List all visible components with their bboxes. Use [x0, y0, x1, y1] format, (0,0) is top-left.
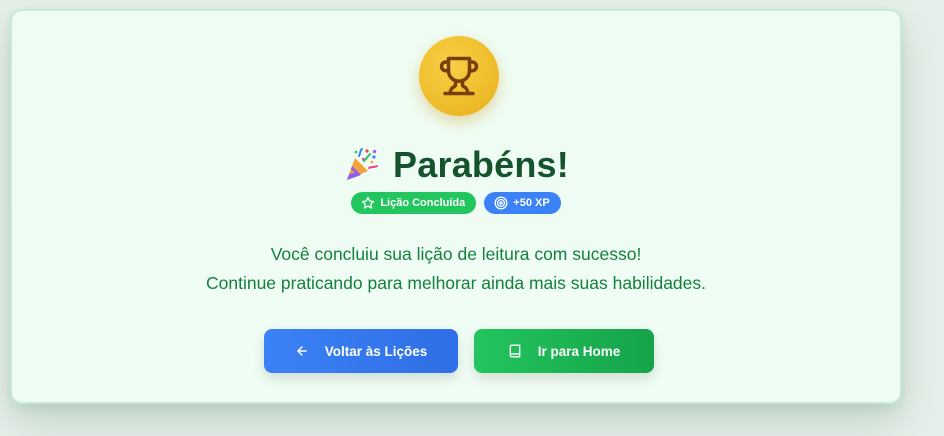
- message-line-2: Continue praticando para melhorar ainda …: [205, 273, 707, 293]
- lesson-completed-label: Lição Concluída: [380, 197, 466, 209]
- title-row: Parabéns!: [12, 143, 900, 187]
- party-popper-icon: [347, 148, 379, 180]
- star-icon: [362, 196, 375, 209]
- back-to-lessons-label: Voltar às Lições: [324, 343, 428, 359]
- back-to-lessons-button[interactable]: Voltar às Lições: [264, 329, 458, 373]
- completion-message: Você concluiu sua lição de leitura com s…: [12, 240, 900, 298]
- completion-card: Parabéns! Lição Concluída +50 XP Você co…: [10, 9, 902, 404]
- go-home-button[interactable]: Ir para Home: [474, 329, 654, 373]
- action-buttons: Voltar às Lições Ir para Home: [264, 329, 654, 373]
- page-title: Parabéns!: [393, 144, 569, 185]
- badge-row: Lição Concluída +50 XP: [12, 192, 900, 214]
- xp-label: +50 XP: [513, 197, 550, 209]
- go-home-label: Ir para Home: [537, 343, 621, 359]
- target-icon: [494, 196, 508, 210]
- trophy-badge: [419, 36, 499, 116]
- arrow-left-icon: [296, 346, 307, 356]
- lesson-completed-badge: Lição Concluída: [351, 192, 477, 214]
- message-line-1: Você concluiu sua lição de leitura com s…: [270, 244, 642, 264]
- trophy-icon: [439, 56, 479, 96]
- book-icon: [509, 344, 521, 358]
- xp-badge: +50 XP: [484, 192, 561, 214]
